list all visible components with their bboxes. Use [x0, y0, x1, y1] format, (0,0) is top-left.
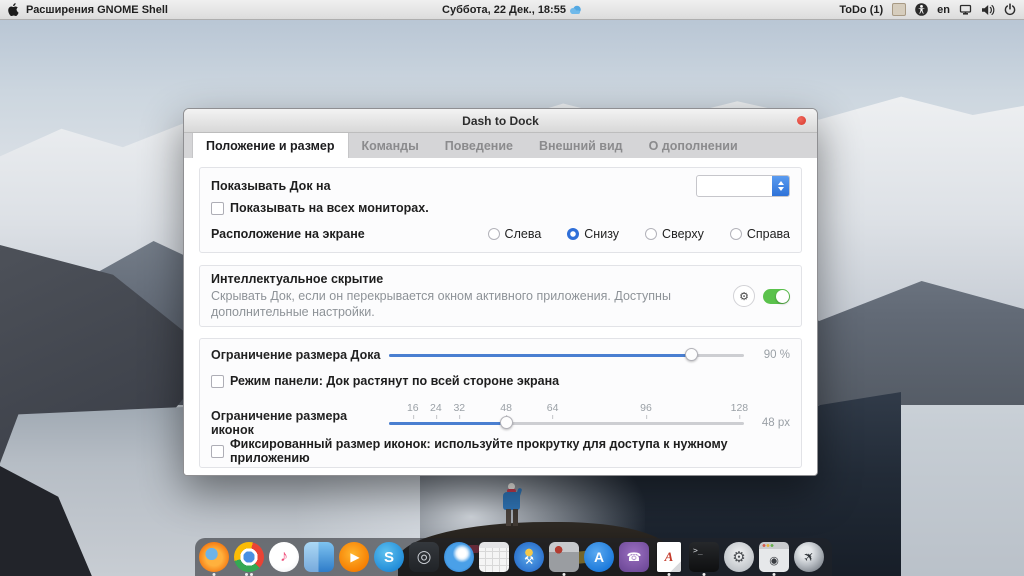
tab-commands[interactable]: Команды	[349, 133, 432, 158]
accessibility-icon[interactable]	[915, 3, 928, 16]
dock-icon-firefox[interactable]	[199, 542, 229, 576]
tab-position-size[interactable]: Положение и размер	[192, 133, 349, 158]
fixed-icon-size-label: Фиксированный размер иконок: используйте…	[230, 437, 728, 465]
all-monitors-label: Показывать на всех мониторах.	[230, 201, 429, 215]
panel-mode-checkbox[interactable]	[211, 374, 224, 388]
dock-size-slider-handle[interactable]	[684, 348, 698, 361]
tab-about[interactable]: О дополнении	[636, 133, 751, 158]
tab-appearance[interactable]: Внешний вид	[526, 133, 636, 158]
icon-size-slider[interactable]: 16 24 32 48 64 96 128	[389, 402, 748, 431]
dock-icon-app-store[interactable]: A	[584, 542, 614, 572]
person-leg	[513, 509, 518, 526]
dialog-body: Показывать Док на Показывать на всех мон…	[184, 158, 817, 475]
icon-size-ticks: 16 24 32 48 64 96 128	[406, 402, 749, 419]
radio-top[interactable]: Сверху	[645, 227, 704, 241]
volume-icon[interactable]	[981, 4, 995, 16]
dock-icon-settings[interactable]: ⚙	[724, 542, 754, 572]
dock-icon-text-document[interactable]: A	[657, 542, 681, 576]
smart-hide-options-button[interactable]: ⚙	[733, 285, 755, 307]
dock-icon-viber[interactable]: ☎	[619, 542, 649, 572]
icon-size-slider-handle[interactable]	[500, 416, 514, 429]
person-arm	[515, 487, 523, 498]
radio-bottom[interactable]: Снизу	[567, 227, 619, 241]
tab-behavior[interactable]: Поведение	[432, 133, 526, 158]
all-monitors-checkbox[interactable]	[211, 201, 224, 215]
dock-icon-media-player[interactable]: ▶	[339, 542, 369, 572]
show-dock-label: Показывать Док на	[211, 179, 331, 193]
dash-to-dock-settings-window: Dash to Dock Положение и размер Команды …	[183, 108, 818, 476]
dock-size-label: Ограничение размера Дока	[211, 348, 381, 362]
dock-icon-chrome[interactable]	[234, 542, 264, 576]
dock: ♪ ▶ S ◎ ⚒ A ☎ A >_ ⚙ ◉ ✈	[195, 538, 832, 576]
app-menu-label[interactable]: Расширения GNOME Shell	[26, 4, 168, 16]
network-icon[interactable]	[959, 4, 972, 16]
position-radio-group: Слева Снизу Сверху Справа	[487, 227, 790, 241]
window-title: Dash to Dock	[462, 113, 539, 128]
dropdown-spinner-icon[interactable]	[772, 176, 789, 196]
icon-size-value: 48 px	[761, 417, 790, 429]
smart-hide-card: Интеллектуальное скрытие Скрывать Док, е…	[199, 265, 802, 327]
dock-icon-package[interactable]	[549, 542, 579, 576]
dock-icon-launchpad[interactable]: ✈	[794, 542, 824, 572]
dock-icon-terminal[interactable]: >_	[689, 542, 719, 576]
gear-icon: ⚙	[739, 290, 749, 303]
dock-icon-finder[interactable]	[304, 542, 334, 572]
radio-left[interactable]: Слева	[487, 227, 541, 241]
close-button[interactable]	[797, 116, 806, 125]
dock-icon-browser-eagle[interactable]	[444, 542, 474, 572]
smart-hide-description: Скрывать Док, если он перекрывается окно…	[211, 289, 671, 319]
tab-bar: Положение и размер Команды Поведение Вне…	[184, 133, 817, 159]
size-card: Ограничение размера Дока 90 % Режим пане…	[199, 338, 802, 468]
dock-size-value: 90 %	[763, 349, 790, 361]
weather-icon	[569, 5, 582, 15]
smart-hide-toggle[interactable]	[763, 288, 790, 304]
person-leg	[506, 509, 511, 526]
smart-hide-title: Интеллектуальное скрытие	[211, 272, 384, 286]
apple-menu-icon[interactable]	[8, 3, 19, 16]
wallpaper-person	[497, 483, 527, 533]
radio-right[interactable]: Справа	[729, 227, 790, 241]
window-titlebar[interactable]: Dash to Dock	[184, 109, 817, 133]
icon-size-label: Ограничение размера иконок	[211, 409, 348, 437]
dock-icon-calendar[interactable]	[479, 542, 509, 572]
screen-position-label: Расположение на экране	[211, 227, 365, 241]
dock-size-slider[interactable]	[389, 347, 744, 363]
monitor-dropdown[interactable]	[696, 175, 790, 197]
dock-icon-screenshot[interactable]: ◉	[759, 542, 789, 576]
top-bar: Расширения GNOME Shell Суббота, 22 Дек.,…	[0, 0, 1024, 20]
clock-label[interactable]: Суббота, 22 Дек., 18:55	[442, 4, 566, 16]
power-icon[interactable]	[1004, 3, 1016, 16]
fixed-icon-size-checkbox[interactable]	[211, 444, 224, 458]
tray-app-icon[interactable]	[892, 3, 907, 16]
position-card: Показывать Док на Показывать на всех мон…	[199, 167, 802, 253]
dock-icon-tools[interactable]: ⚒	[514, 542, 544, 572]
todo-indicator[interactable]: ToDo (1)	[839, 4, 883, 16]
panel-mode-label: Режим панели: Док растянут по всей сторо…	[230, 374, 560, 388]
dock-icon-skype[interactable]: S	[374, 542, 404, 572]
dock-icon-steering-wheel[interactable]: ◎	[409, 542, 439, 572]
keyboard-layout-indicator[interactable]: en	[937, 4, 950, 16]
monitor-dropdown-value	[697, 176, 772, 196]
dock-icon-music[interactable]: ♪	[269, 542, 299, 572]
